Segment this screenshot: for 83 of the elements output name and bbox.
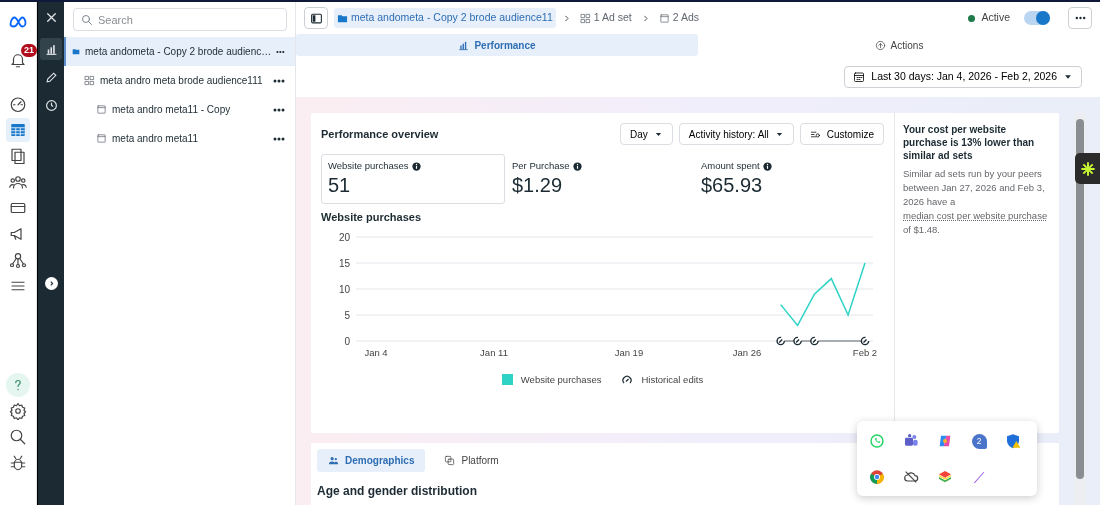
toggle-switch[interactable] <box>1024 11 1050 25</box>
edit-marker-icon[interactable] <box>810 336 819 345</box>
bar-chart-icon[interactable] <box>40 38 62 60</box>
legend-label: Historical edits <box>641 372 704 387</box>
insight-title: Your cost per website purchase is 13% lower than similar ad sets <box>903 123 1036 162</box>
more-icon[interactable] <box>273 136 285 141</box>
search-field[interactable]: Search <box>73 8 287 31</box>
metric-tile[interactable]: Amount spent $65.93 <box>694 154 878 204</box>
sidebar-toggle-button[interactable] <box>304 7 328 29</box>
pen-icon[interactable] <box>971 469 987 485</box>
axis-label: 15 <box>338 257 350 269</box>
bar-chart-icon <box>458 39 470 51</box>
tree-item[interactable]: meta andometa - Copy 2 brode audienc… <box>64 37 295 66</box>
ad-icon <box>96 104 107 115</box>
dropdown-button[interactable]: Day <box>619 123 673 145</box>
tab[interactable]: Actions <box>698 34 1100 56</box>
breadcrumb-link[interactable]: 1 Ad set <box>576 8 635 28</box>
edit-marker-icon[interactable] <box>860 336 870 345</box>
folder-icon <box>337 12 348 24</box>
edit-marker-icon[interactable] <box>776 336 785 345</box>
layers-icon[interactable] <box>937 469 953 485</box>
ad-icon <box>96 133 107 144</box>
card-title: Performance overview <box>321 126 439 142</box>
more-icon[interactable] <box>276 49 285 54</box>
cloud-off-icon[interactable] <box>903 469 919 485</box>
assistant-app-icon[interactable] <box>937 433 953 449</box>
axis-label: 5 <box>344 309 350 321</box>
copy-icon <box>444 455 456 466</box>
metric-tile[interactable]: Per Purchase $1.29 <box>505 154 689 204</box>
breadcrumb-link[interactable]: 2 Ads <box>655 8 702 28</box>
breadcrumb-link[interactable]: meta andometa - Copy 2 brode audience11 <box>334 8 556 28</box>
link[interactable]: median cost per website purchase <box>903 210 1048 221</box>
axis-label: Jan 19 <box>614 346 644 358</box>
axis-label: 0 <box>344 335 350 347</box>
status-text: Active <box>981 10 1010 26</box>
more-icon[interactable] <box>273 78 285 83</box>
axis-label: Feb 2 <box>852 346 878 358</box>
notification-badge: 21 <box>21 44 37 57</box>
browser-icon[interactable] <box>869 469 885 485</box>
more-icon <box>1074 16 1086 20</box>
edit-marker-icon[interactable] <box>793 336 802 345</box>
date-range-dropdown[interactable]: Last 30 days: Jan 4, 2026 - Feb 2, 2026 <box>844 66 1082 88</box>
search-icon <box>81 14 93 26</box>
tab[interactable]: Performance <box>296 34 698 56</box>
arrow-up-icon <box>874 39 886 51</box>
folder-icon <box>72 46 80 57</box>
more-icon[interactable] <box>273 107 285 112</box>
section-title: Age and gender distribution <box>317 483 478 500</box>
chart-title: Website purchases <box>321 210 423 225</box>
tree-item[interactable]: meta andro meta11 - Copy <box>64 95 295 124</box>
tab[interactable]: Demographics <box>317 449 426 472</box>
info-icon[interactable] <box>572 161 582 171</box>
axis-label: 20 <box>338 231 350 243</box>
assistant-button[interactable] <box>1075 153 1100 184</box>
info-icon[interactable] <box>411 161 421 171</box>
more-button[interactable] <box>1068 7 1092 29</box>
axis-label: 10 <box>338 283 350 295</box>
table-icon[interactable] <box>6 118 30 142</box>
metric-tile[interactable]: Website purchases 51 <box>321 154 505 204</box>
tree-item[interactable]: meta andro meta11 <box>64 124 295 153</box>
scrollbar[interactable] <box>1074 113 1086 505</box>
ad-icon <box>658 12 670 24</box>
status-dot <box>968 14 976 22</box>
people-icon <box>328 455 339 466</box>
team-app-icon[interactable] <box>903 433 919 449</box>
dropdown-button[interactable]: Activity history: All <box>678 123 794 145</box>
customize-button[interactable]: Customize <box>799 123 884 145</box>
shield-warning-icon[interactable] <box>1005 433 1021 449</box>
legend-label: Website purchases <box>520 372 602 387</box>
calendar-icon <box>853 71 866 83</box>
asterisk-icon <box>1079 160 1096 177</box>
sidebar-icon <box>309 11 323 25</box>
tab[interactable]: Platform <box>433 449 510 472</box>
axis-label: Jan 11 <box>480 346 508 358</box>
tree-item[interactable]: meta andro meta brode audience111 <box>64 66 295 95</box>
grid-icon <box>579 12 591 24</box>
expand-button[interactable] <box>44 277 58 290</box>
axis-label: Jan 4 <box>364 346 388 358</box>
grid-icon <box>84 75 95 86</box>
info-icon[interactable] <box>762 161 772 171</box>
insight-text: Similar ad sets run by your peers between Jan 27, 2026 and Feb 3, 2026 have a median cost per website purchase of $1.48. <box>903 167 1049 237</box>
chat-bubble-icon[interactable]: 2 <box>971 433 987 449</box>
axis-label: Jan 26 <box>732 346 762 358</box>
